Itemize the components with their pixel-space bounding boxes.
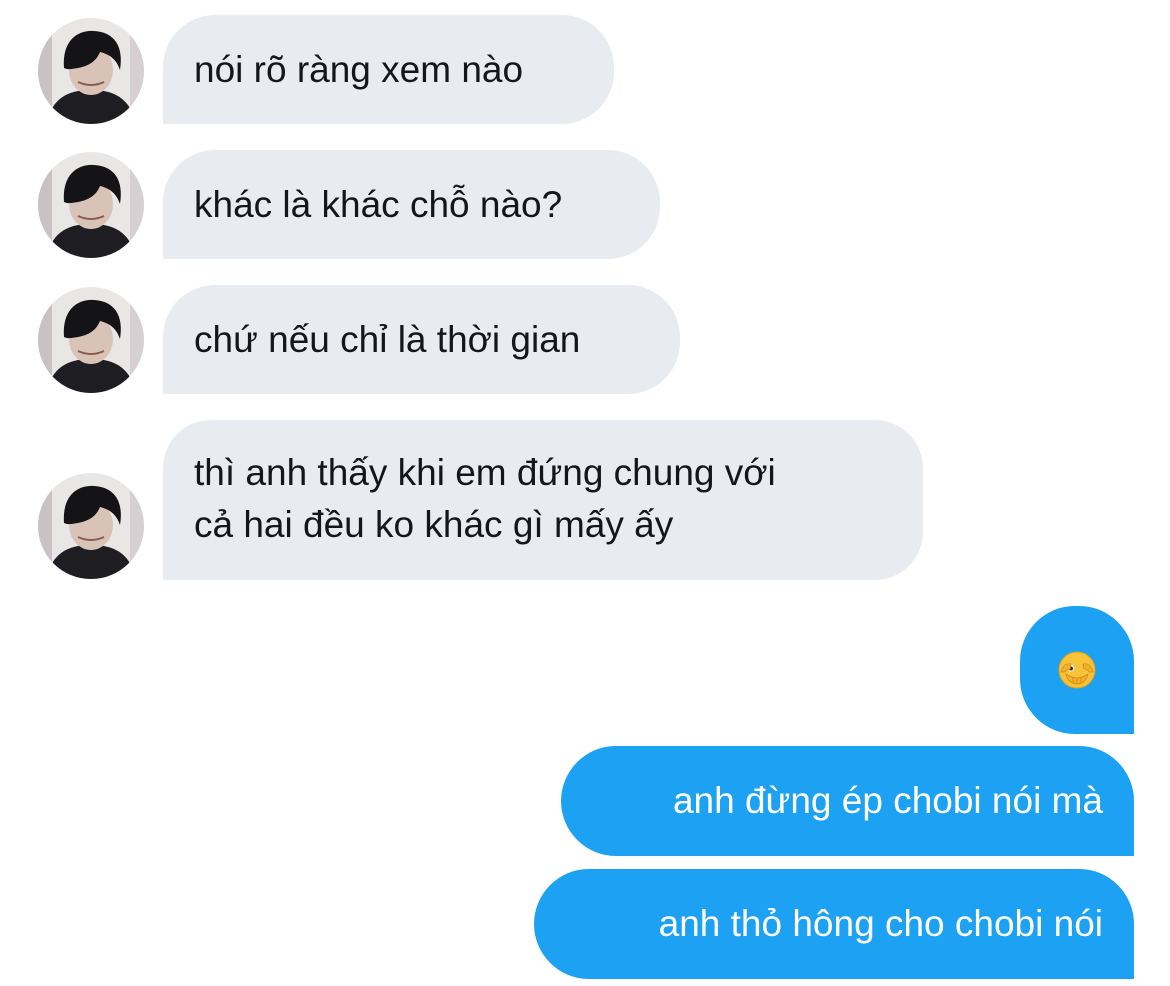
user-avatar-photo-icon — [38, 473, 144, 579]
incoming-message[interactable]: khác là khác chỗ nào? — [163, 150, 660, 259]
avatar[interactable] — [38, 152, 144, 258]
conversation-thread: nói rõ ràng xem nào khác là khác chỗ nào… — [0, 0, 1170, 986]
user-avatar-photo-icon — [38, 18, 144, 124]
outgoing-message[interactable]: anh thỏ hông cho chobi nói — [534, 869, 1134, 979]
user-avatar-photo-icon — [38, 152, 144, 258]
message-text-line: cả hai đều ko khác gì mấy ấy — [194, 504, 674, 545]
avatar[interactable] — [38, 287, 144, 393]
incoming-message[interactable]: nói rõ ràng xem nào — [163, 15, 614, 124]
message-text: anh đừng ép chobi nói mà — [672, 780, 1103, 821]
message-text: nói rõ ràng xem nào — [194, 48, 524, 90]
user-avatar-photo-icon — [38, 287, 144, 393]
avatar[interactable] — [38, 18, 144, 124]
face-with-hand-over-mouth-peeking-emoji-icon — [1058, 651, 1096, 689]
avatar[interactable] — [38, 473, 144, 579]
outgoing-message[interactable] — [1020, 606, 1134, 734]
message-text-line: thì anh thấy khi em đứng chung với — [194, 452, 776, 493]
message-text: chứ nếu chỉ là thời gian — [194, 318, 581, 360]
message-text: khác là khác chỗ nào? — [194, 183, 563, 225]
incoming-message[interactable]: chứ nếu chỉ là thời gian — [163, 285, 680, 394]
incoming-message[interactable]: thì anh thấy khi em đứng chung với cả ha… — [163, 420, 923, 580]
message-text: anh thỏ hông cho chobi nói — [658, 903, 1103, 944]
outgoing-message[interactable]: anh đừng ép chobi nói mà — [561, 746, 1134, 856]
